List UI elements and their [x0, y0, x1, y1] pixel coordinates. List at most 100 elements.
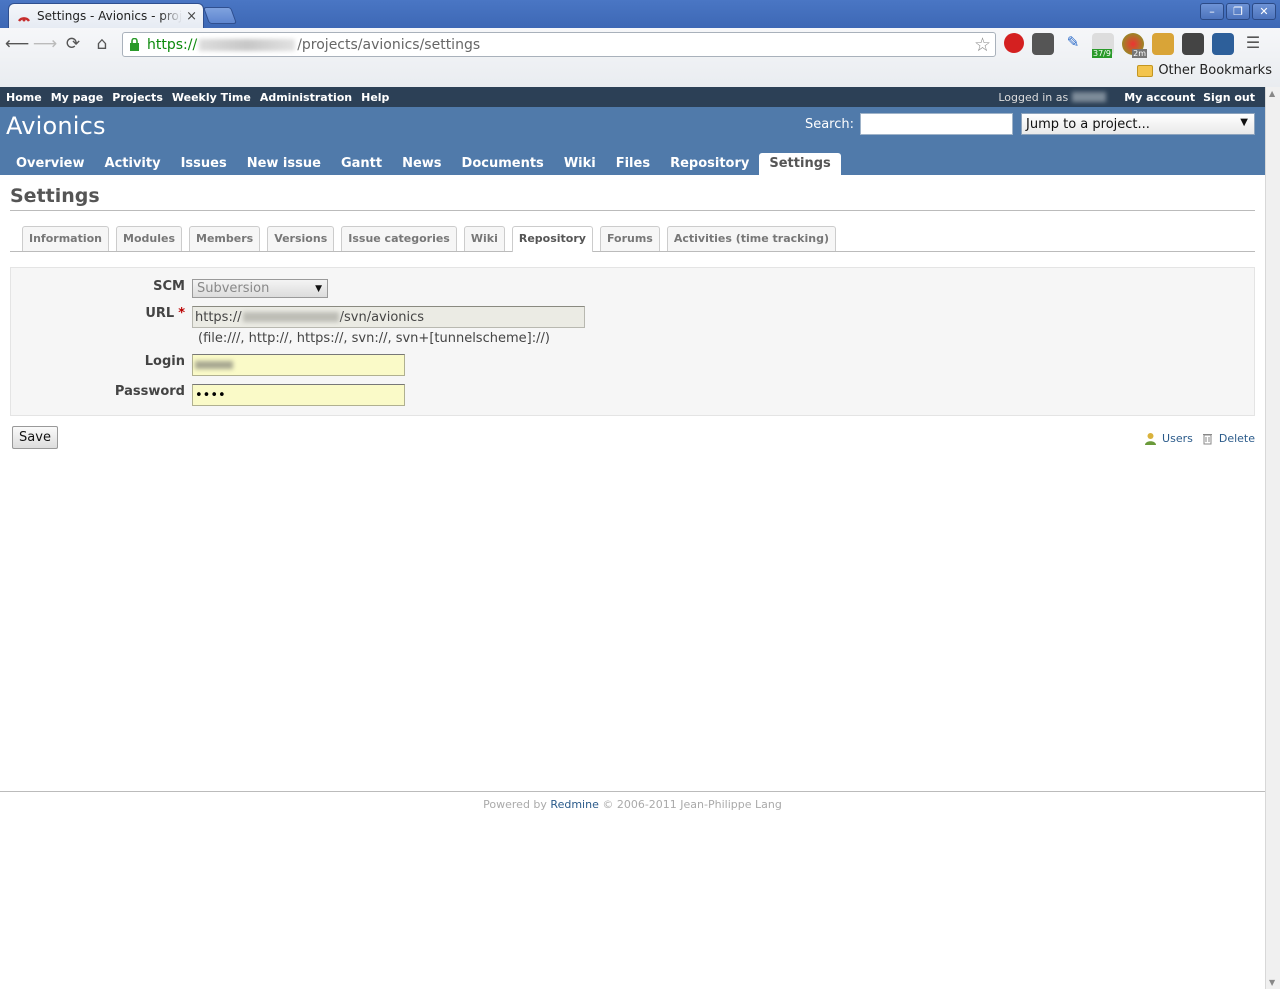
main-menu-overview[interactable]: Overview: [6, 153, 95, 175]
contextual-links: Users Delete: [1144, 432, 1255, 445]
folder-icon: [1137, 64, 1154, 77]
project-header: Avionics Search: Jump to a project... ▼ …: [0, 107, 1265, 175]
users-link[interactable]: Users: [1162, 432, 1193, 445]
tab-wiki[interactable]: Wiki: [463, 226, 505, 251]
tab-modules[interactable]: Modules: [116, 226, 182, 251]
delete-link[interactable]: Delete: [1219, 432, 1255, 445]
url-path: /projects/avionics/settings: [297, 36, 481, 53]
login-label: Login: [144, 354, 185, 369]
vertical-scrollbar[interactable]: ▲ ▼: [1265, 87, 1280, 989]
other-bookmarks-label: Other Bookmarks: [1158, 63, 1272, 78]
main-menu-wiki[interactable]: Wiki: [554, 153, 606, 175]
main-menu-news[interactable]: News: [392, 153, 451, 175]
username-redacted[interactable]: [1072, 92, 1107, 102]
package-extension-icon[interactable]: [1152, 33, 1174, 55]
main-menu-settings[interactable]: Settings: [759, 153, 841, 175]
url-field[interactable]: https:// /svn/avionics: [192, 306, 585, 328]
content: Settings Information Modules Members Ver…: [0, 175, 1265, 416]
top-menu-help[interactable]: Help: [361, 91, 389, 104]
page-title: Settings: [10, 175, 1255, 211]
close-tab-icon[interactable]: ×: [186, 9, 197, 24]
tab-repository[interactable]: Repository: [511, 226, 593, 252]
search-input[interactable]: [860, 113, 1013, 135]
scm-value: Subversion: [197, 281, 270, 296]
mail-checker-extension-icon[interactable]: 2m: [1122, 33, 1147, 58]
my-account-link[interactable]: My account: [1124, 91, 1195, 104]
main-menu: Overview Activity Issues New issue Gantt…: [6, 153, 841, 175]
bookmark-star-icon[interactable]: ☆: [974, 34, 991, 56]
save-button[interactable]: Save: [12, 426, 58, 449]
scroll-down-arrow-icon[interactable]: ▼: [1269, 978, 1275, 987]
top-menu-administration[interactable]: Administration: [260, 91, 352, 104]
writing-extension-icon[interactable]: ✎: [1062, 33, 1084, 55]
main-menu-repository[interactable]: Repository: [660, 153, 759, 175]
login-value-redacted: [195, 361, 233, 369]
url-host-redacted: [242, 312, 339, 322]
tab-information[interactable]: Information: [22, 226, 109, 251]
main-menu-new-issue[interactable]: New issue: [237, 153, 331, 175]
main-menu-documents[interactable]: Documents: [452, 153, 554, 175]
powered-by-text: Powered by: [483, 798, 547, 811]
redmine-favicon-icon: [18, 17, 30, 22]
scm-row: SCM Subversion ▼: [11, 279, 328, 298]
scm-select[interactable]: Subversion ▼: [192, 279, 328, 298]
repository-form-box: SCM Subversion ▼ URL * https:// /svn/avio…: [10, 267, 1255, 416]
tab-members[interactable]: Members: [189, 226, 261, 251]
password-label: Password: [114, 384, 185, 399]
scroll-up-arrow-icon[interactable]: ▲: [1269, 89, 1275, 98]
wrench-menu-icon[interactable]: ☰: [1242, 33, 1264, 55]
redmine-link[interactable]: Redmine: [550, 798, 598, 811]
jump-to-project-select[interactable]: Jump to a project... ▼: [1021, 113, 1255, 135]
quick-search: Search: Jump to a project... ▼: [805, 113, 1255, 135]
browser-tab[interactable]: Settings - Avionics - project ×: [8, 3, 204, 28]
search-label: Search:: [804, 116, 854, 132]
address-bar[interactable]: https:// /projects/avionics/settings ☆: [122, 32, 996, 57]
browser-toolbar: ⟵ ⟶ ⟳ ⌂ https:// /projects/avionics/sett…: [0, 28, 1280, 88]
browser-tab-title: Settings - Avionics - project: [37, 9, 183, 23]
window-extension-icon[interactable]: [1212, 33, 1234, 55]
url-row: URL * https:// /svn/avionics: [11, 306, 585, 328]
top-menu-projects[interactable]: Projects: [112, 91, 163, 104]
back-arrow-icon[interactable]: ⟵: [5, 33, 29, 55]
close-window-button[interactable]: ✕: [1252, 3, 1276, 20]
top-menu-home[interactable]: Home: [6, 91, 42, 104]
top-menu-my-page[interactable]: My page: [51, 91, 104, 104]
glasses-extension-icon[interactable]: [1182, 33, 1204, 55]
footer: Powered by Redmine © 2006-2011 Jean-Phil…: [0, 791, 1265, 811]
main-menu-issues[interactable]: Issues: [171, 153, 237, 175]
url-field-suffix: /svn/avionics: [339, 309, 425, 325]
tab-versions[interactable]: Versions: [267, 226, 335, 251]
browser-tab-strip: Settings - Avionics - project × – ❐ ✕: [0, 0, 1280, 28]
sign-out-link[interactable]: Sign out: [1203, 91, 1255, 104]
other-bookmarks-button[interactable]: Other Bookmarks: [1137, 63, 1272, 78]
tab-forums[interactable]: Forums: [599, 226, 660, 251]
required-marker: *: [178, 306, 185, 321]
password-field[interactable]: ••••: [192, 384, 405, 406]
counter-badge: 37/9: [1092, 49, 1112, 58]
new-tab-button[interactable]: [202, 7, 238, 24]
url-scheme: https://: [147, 36, 198, 53]
evernote-extension-icon[interactable]: [1032, 33, 1054, 55]
page-viewport: Home My page Projects Weekly Time Admini…: [0, 87, 1265, 989]
main-menu-gantt[interactable]: Gantt: [331, 153, 392, 175]
restore-button[interactable]: ❐: [1226, 3, 1250, 20]
chevron-down-icon: ▼: [315, 283, 322, 294]
settings-tabs: Information Modules Members Versions Iss…: [10, 226, 1255, 252]
password-row: Password ••••: [11, 384, 405, 406]
reload-icon[interactable]: ⟳: [62, 33, 84, 55]
chevron-down-icon: ▼: [1240, 117, 1248, 128]
login-field[interactable]: [192, 354, 405, 376]
main-menu-files[interactable]: Files: [606, 153, 660, 175]
tab-issue-categories[interactable]: Issue categories: [341, 226, 457, 251]
url-hint: (file:///, http://, https://, svn://, sv…: [198, 331, 550, 346]
top-menu: Home My page Projects Weekly Time Admini…: [0, 87, 1265, 107]
adblock-extension-icon[interactable]: [1004, 33, 1024, 53]
minimize-button[interactable]: –: [1200, 3, 1224, 20]
main-menu-activity[interactable]: Activity: [95, 153, 171, 175]
counter-extension-icon[interactable]: 37/9: [1092, 33, 1114, 58]
tab-activities[interactable]: Activities (time tracking): [666, 226, 836, 251]
forward-arrow-icon[interactable]: ⟶: [33, 33, 57, 55]
top-menu-weekly-time[interactable]: Weekly Time: [172, 91, 251, 104]
home-icon[interactable]: ⌂: [91, 33, 113, 55]
url-host-redacted: [199, 38, 296, 51]
